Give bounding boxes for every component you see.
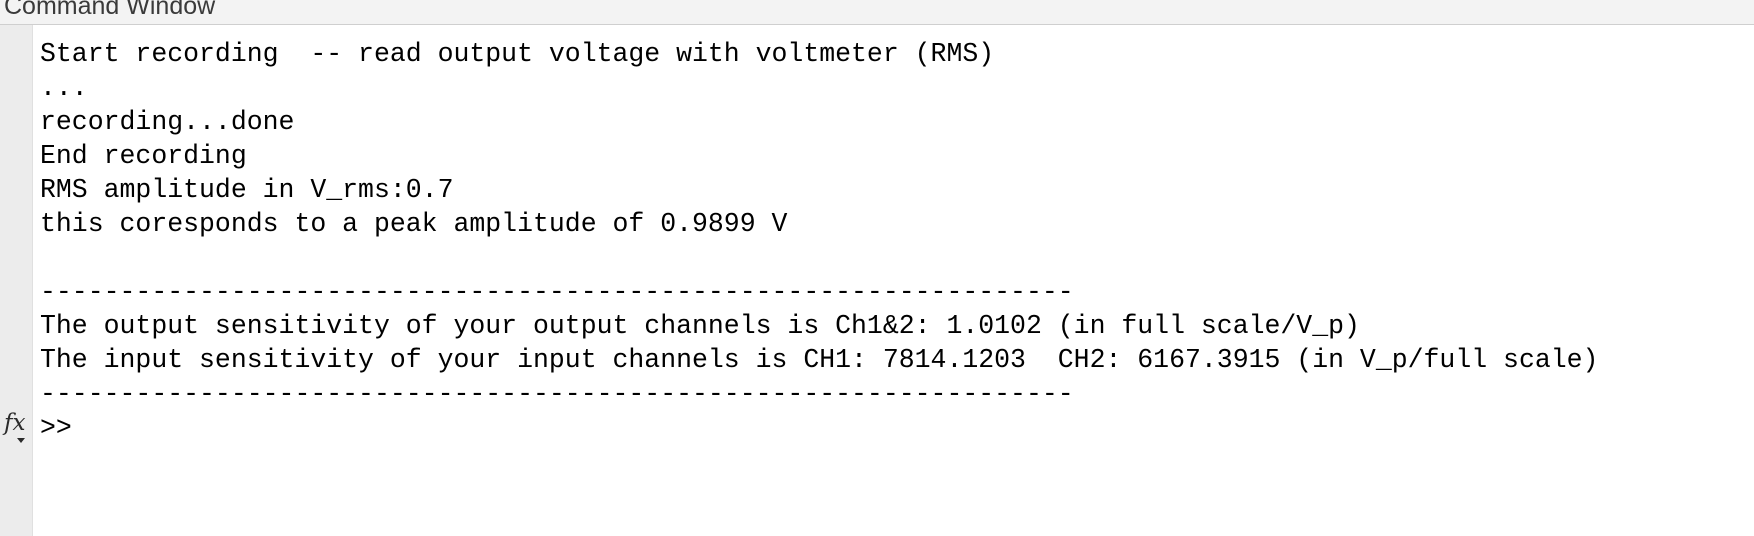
console-line: The input sensitivity of your input chan… xyxy=(40,345,1599,375)
console-line: Start recording -- read output voltage w… xyxy=(40,39,995,69)
console-line: RMS amplitude in V_rms:0.7 xyxy=(40,175,454,205)
console-line: The output sensitivity of your output ch… xyxy=(40,311,1360,341)
command-prompt[interactable]: >> xyxy=(40,411,72,445)
console-output[interactable]: Start recording -- read output voltage w… xyxy=(40,37,1740,527)
panel-titlebar[interactable]: Command Window xyxy=(0,0,1754,25)
console-separator: ----------------------------------------… xyxy=(40,277,1074,307)
command-window: Command Window Start recording -- read o… xyxy=(0,0,1754,536)
fx-icon[interactable]: fx xyxy=(4,410,30,444)
chevron-down-icon xyxy=(17,438,25,443)
console-line: End recording xyxy=(40,141,247,171)
console-gutter xyxy=(0,25,33,536)
panel-title: Command Window xyxy=(4,0,216,20)
console-line: ... xyxy=(40,73,88,103)
console-line: recording...done xyxy=(40,107,295,137)
console-line: this coresponds to a peak amplitude of 0… xyxy=(40,209,788,239)
console-separator: ----------------------------------------… xyxy=(40,379,1074,409)
